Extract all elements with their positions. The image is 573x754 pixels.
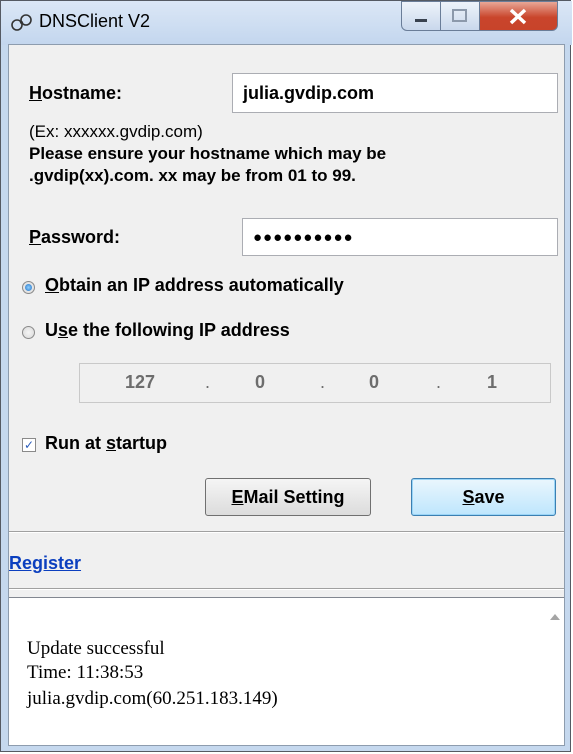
password-input[interactable]: ●●●●●●●●●●	[242, 218, 558, 256]
maximize-icon	[452, 9, 467, 22]
radio-selected-dot	[25, 284, 32, 291]
run-at-startup-label[interactable]: Run at startup	[45, 433, 167, 454]
radio-use-following-label[interactable]: Use the following IP address	[45, 320, 290, 341]
run-at-startup-checkbox[interactable]: ✓	[22, 438, 36, 452]
minimize-icon	[415, 19, 427, 22]
ip-separator: .	[205, 372, 211, 392]
network-app-icon	[11, 14, 32, 31]
close-icon	[509, 8, 527, 25]
dnsclient-window: DNSClient V2 Hostname: julia.gvdip.com (…	[0, 0, 572, 752]
divider	[9, 588, 564, 590]
radio-use-following[interactable]	[22, 326, 35, 339]
log-line: julia.gvdip.com(60.251.183.149)	[27, 688, 278, 709]
email-setting-button[interactable]: EMail Setting	[205, 478, 371, 516]
ip-octet-3: 0	[368, 372, 379, 392]
log-line: Time: 11:38:53	[27, 662, 144, 683]
ip-address-field: 127 . 0 . 0 . 1	[79, 363, 551, 403]
log-scrollbar[interactable]	[546, 598, 564, 745]
minimize-button[interactable]	[401, 1, 441, 31]
client-area: Hostname: julia.gvdip.com (Ex: xxxxxx.gv…	[8, 44, 565, 746]
ip-separator: .	[320, 372, 326, 392]
ip-octet-2: 0	[254, 372, 265, 392]
divider	[9, 531, 564, 533]
radio-obtain-auto-label[interactable]: Obtain an IP address automatically	[45, 275, 344, 296]
close-button[interactable]	[480, 1, 558, 31]
scroll-up-arrow-icon[interactable]	[550, 614, 560, 620]
ip-separator: .	[436, 372, 442, 392]
title-bar[interactable]: DNSClient V2	[1, 1, 572, 45]
hostname-hint: (Ex: xxxxxx.gvdip.com) Please ensure you…	[29, 122, 387, 185]
ip-octet-4: 1	[486, 372, 497, 392]
check-icon: ✓	[23, 438, 35, 452]
maximize-button[interactable]	[441, 1, 480, 31]
log-line: Update successful	[27, 638, 165, 659]
window-title: DNSClient V2	[39, 11, 151, 31]
hostname-label: Hostname:	[29, 83, 123, 103]
hostname-input[interactable]: julia.gvdip.com	[232, 73, 558, 113]
ip-octet-1: 127	[124, 372, 156, 392]
save-button[interactable]: Save	[411, 478, 556, 516]
password-label: Password:	[29, 227, 121, 247]
radio-obtain-auto[interactable]	[22, 281, 35, 294]
register-link[interactable]: Register	[9, 553, 81, 574]
status-log[interactable]: Update successful Time: 11:38:53 julia.g…	[9, 597, 564, 745]
